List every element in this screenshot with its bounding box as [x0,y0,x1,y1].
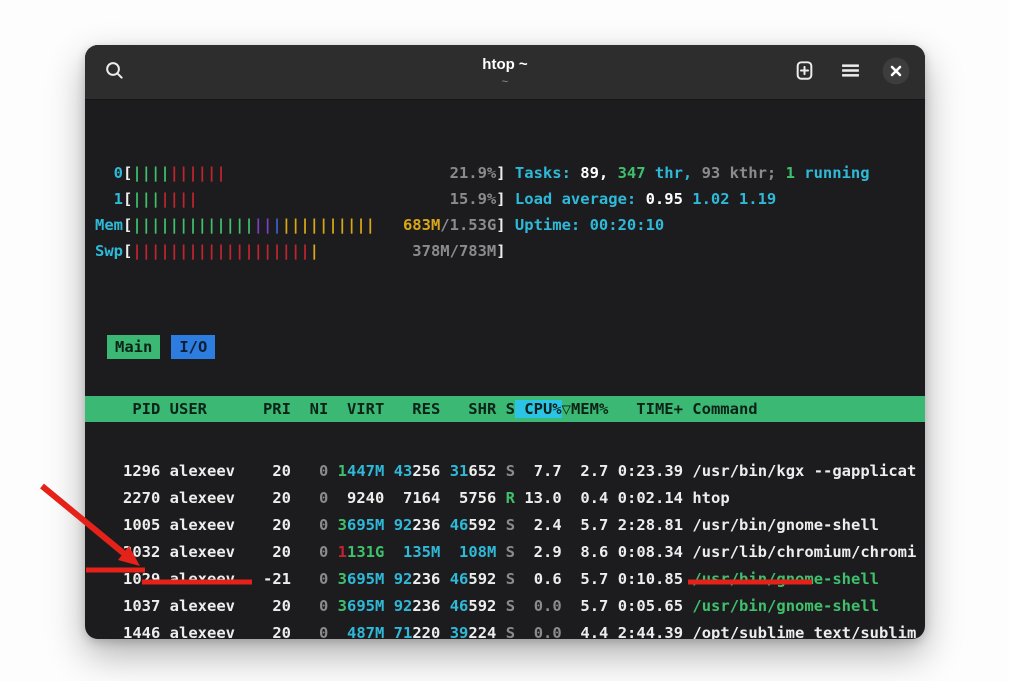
htop-header-area: 0[||||||||||21.9%] 1[|||||||15.9%]Mem[||… [95,160,915,264]
search-icon [104,60,125,84]
tab-io[interactable]: I/O [171,335,215,359]
meter-1: 1[|||||||15.9%] [95,186,515,212]
process-row-pid-1029[interactable]: 1029 alexeev -21 0 3695M 92236 46592 S 0… [85,566,925,593]
tab-main[interactable]: Main [107,335,160,359]
cpu-memory-meters: 0[||||||||||21.9%] 1[|||||||15.9%]Mem[||… [95,160,515,264]
meter-mem: Mem[||||||||||||||||||||||||||683M/1.53G… [95,212,515,238]
info-line: Load average: 0.95 1.02 1.19 [515,186,870,212]
meter-0: 0[||||||||||21.9%] [95,160,515,186]
process-table-header[interactable]: PID USER PRI NI VIRT RES SHR S CPU%▽MEM%… [85,396,925,422]
menu-button[interactable] [833,55,867,89]
terminal-window: htop ~ ~ [85,45,925,639]
close-icon [882,57,910,88]
process-row-pid-1446[interactable]: 1446 alexeev 20 0 487M 71220 39224 S 0.0… [85,620,925,639]
titlebar: htop ~ ~ [85,45,925,100]
window-title: htop ~ [482,57,527,73]
process-row-pid-1037[interactable]: 1037 alexeev 20 0 3695M 92236 46592 S 0.… [85,593,925,620]
hamburger-menu-icon [840,60,861,84]
process-row-pid-2032[interactable]: 2032 alexeev 20 0 1131G 135M 108M S 2.9 … [85,539,925,566]
titlebar-controls [787,55,913,89]
process-table: 1296 alexeev 20 0 1447M 43256 31652 S 7.… [95,458,915,639]
window-subtitle: ~ [502,76,508,88]
process-row-pid-2270[interactable]: 2270 alexeev 20 0 9240 7164 5756 R 13.0 … [85,485,925,512]
screen-tabs: Main I/O [107,334,915,360]
close-button[interactable] [879,55,913,89]
process-row-pid-1005[interactable]: 1005 alexeev 20 0 3695M 92236 46592 S 2.… [85,512,925,539]
system-info-panel: Tasks: 89, 347 thr, 93 kthr; 1 runningLo… [515,160,870,264]
new-tab-button[interactable] [787,55,821,89]
new-tab-icon [794,60,815,84]
htop-screen: 0[||||||||||21.9%] 1[|||||||15.9%]Mem[||… [85,100,925,639]
info-line: Uptime: 00:20:10 [515,212,870,238]
search-button[interactable] [97,55,131,89]
process-row-pid-1296[interactable]: 1296 alexeev 20 0 1447M 43256 31652 S 7.… [85,458,925,485]
meter-swp: Swp[||||||||||||||||||||378M/783M] [95,238,515,264]
info-line: Tasks: 89, 347 thr, 93 kthr; 1 running [515,160,870,186]
